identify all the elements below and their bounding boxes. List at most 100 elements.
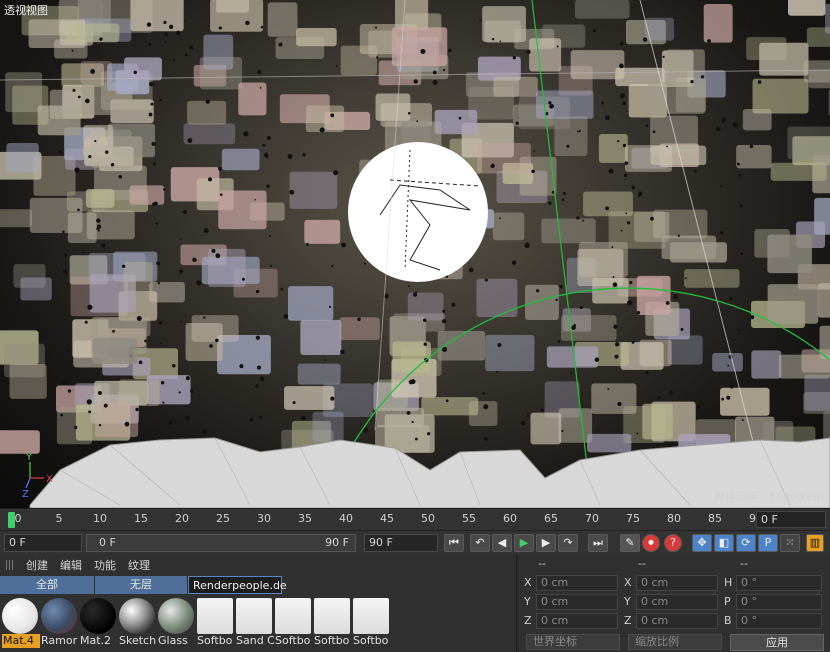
material-item[interactable]: Mat.4 (2, 596, 40, 652)
white-sphere[interactable] (348, 142, 488, 282)
position-field[interactable]: 0 cm (536, 613, 618, 629)
rotate-key-icon[interactable]: ⟳ (736, 534, 756, 552)
material-item[interactable]: Sand C (236, 596, 274, 652)
move-key-icon[interactable]: ✥ (692, 534, 712, 552)
prev-frame-icon[interactable]: ◀ (492, 534, 512, 552)
position-field[interactable]: 0 cm (536, 575, 618, 591)
particle-point (341, 242, 347, 248)
menu-create[interactable]: 创建 (26, 557, 48, 573)
next-key-icon[interactable]: ↷ (558, 534, 578, 552)
record-lock-icon[interactable]: ✎ (620, 534, 640, 552)
particle-point (636, 432, 639, 435)
size-field[interactable]: 0 cm (636, 613, 718, 629)
particle-point (533, 150, 536, 152)
current-frame-field[interactable]: 0 F (4, 534, 82, 552)
particle-point (255, 384, 259, 388)
filter-all[interactable]: 全部 (0, 576, 95, 594)
rotation-field[interactable]: 0 ° (736, 575, 822, 591)
particle-point (190, 389, 194, 393)
particle-point (411, 420, 414, 423)
particle-point (133, 70, 137, 75)
particle-point (330, 396, 335, 401)
particle-point (531, 169, 535, 174)
particle-point (363, 427, 369, 433)
material-item[interactable]: Ramor (41, 596, 77, 652)
texture-tile (284, 386, 335, 410)
particle-point (648, 43, 651, 46)
record-icon[interactable]: ⏺ (642, 534, 660, 552)
preview-range-slider[interactable]: 0 F 90 F (86, 534, 356, 552)
particle-point (729, 296, 733, 301)
particle-point (601, 101, 605, 105)
material-item[interactable]: Softbo (275, 596, 311, 652)
scale-mode-dropdown[interactable]: 缩放比例 (628, 634, 722, 650)
particle-point (750, 315, 755, 320)
rotation-field[interactable]: 0 ° (736, 594, 822, 610)
position-field[interactable]: 0 cm (536, 594, 618, 610)
grip-icon[interactable] (6, 560, 14, 570)
particle-point (427, 432, 431, 436)
texture-tile (216, 0, 250, 13)
go-to-end-icon[interactable]: ⏭ (588, 534, 608, 552)
menu-edit[interactable]: 编辑 (60, 557, 82, 573)
particle-point (259, 415, 263, 419)
material-item[interactable]: Mat.2 (80, 596, 116, 652)
particle-point (168, 420, 173, 426)
range-start: 0 F (99, 536, 116, 549)
filter-renderpeople[interactable]: Renderpeople.de (188, 576, 287, 594)
particle-point (205, 99, 211, 104)
play-icon[interactable]: ▶ (514, 534, 534, 552)
prev-key-icon[interactable]: ↶ (470, 534, 490, 552)
material-item[interactable]: Softbo (197, 596, 233, 652)
particle-point (256, 365, 262, 370)
material-label: Ramor (41, 634, 78, 647)
particle-point (110, 162, 115, 167)
autokey-icon[interactable]: ? (664, 534, 682, 552)
texture-tile (667, 335, 703, 365)
perspective-viewport[interactable]: Y X Z 透视视图 网格间距：10000 cm (0, 0, 830, 508)
material-item[interactable]: Sketch (119, 596, 156, 652)
particle-point (677, 234, 680, 237)
next-frame-icon[interactable]: ▶ (536, 534, 556, 552)
material-item[interactable]: Softbo (353, 596, 389, 652)
filter-no-layer[interactable]: 无层 (95, 576, 188, 594)
particle-point (726, 395, 731, 400)
timeline-frame-field[interactable]: 0 F (756, 511, 826, 528)
particle-point (163, 20, 167, 25)
material-item[interactable]: Glass (158, 596, 194, 652)
particle-point (666, 145, 668, 148)
timeline-ruler[interactable]: 051015202530354045505560657075808590 0 F (0, 508, 830, 530)
coordinate-axis-label: Z (624, 614, 632, 627)
texture-tile (375, 93, 411, 121)
size-field[interactable]: 0 cm (636, 575, 718, 591)
menu-texture[interactable]: 纹理 (128, 557, 150, 573)
texture-tile (751, 350, 782, 379)
timeline-layout-icon[interactable]: ▥ (806, 534, 824, 552)
material-item[interactable]: Softbo (314, 596, 350, 652)
menu-function[interactable]: 功能 (94, 557, 116, 573)
coordinate-space-dropdown[interactable]: 世界坐标 (526, 634, 620, 650)
particle-point (219, 193, 223, 196)
texture-tile (392, 341, 431, 373)
viewport-title[interactable]: 透视视图 (4, 2, 48, 18)
texture-tile (9, 364, 47, 399)
scale-key-icon[interactable]: ◧ (714, 534, 734, 552)
size-field[interactable]: 0 cm (636, 594, 718, 610)
material-label: Softbo (197, 634, 233, 647)
coordinate-row: X 0 cm X 0 cm H 0 ° (518, 574, 830, 592)
apply-button[interactable]: 应用 (730, 634, 824, 651)
param-key-icon[interactable]: P (758, 534, 778, 552)
particle-point (619, 41, 624, 46)
max-frame-field[interactable]: 90 F (364, 534, 438, 552)
texture-tile (267, 2, 298, 37)
pla-key-icon[interactable]: ⁙ (780, 534, 800, 552)
texture-tile (296, 28, 337, 47)
particle-point (98, 423, 102, 427)
particle-point (162, 401, 165, 404)
material-label: Mat.4 (2, 634, 40, 648)
particle-point (94, 139, 97, 143)
rotation-field[interactable]: 0 ° (736, 613, 822, 629)
particle-point (178, 269, 183, 274)
go-to-start-icon[interactable]: ⏮ (444, 534, 464, 552)
particle-point (662, 55, 665, 58)
